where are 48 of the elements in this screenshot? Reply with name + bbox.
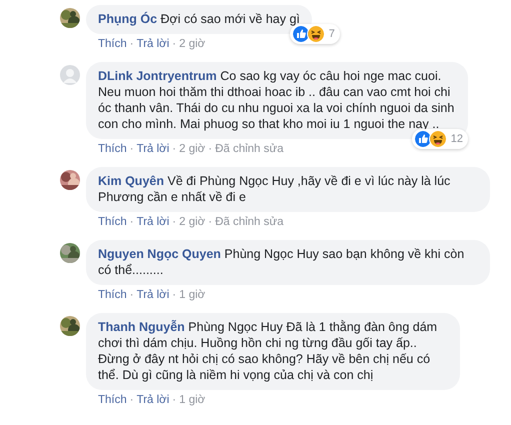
reaction-badge[interactable]: 7 <box>290 24 340 44</box>
action-link[interactable]: Trả lời <box>136 143 170 159</box>
action-link[interactable]: Trả lời <box>136 394 170 410</box>
separator-dot: · <box>172 289 176 303</box>
action-link[interactable]: Thích <box>98 38 127 54</box>
thumbs-up-icon <box>414 130 432 148</box>
author-link[interactable]: DLink Jontryentrum <box>98 69 217 83</box>
author-link[interactable]: Thanh Nguyễn <box>98 320 185 334</box>
action-meta: Đã chỉnh sửa <box>215 216 284 230</box>
separator-dot: · <box>130 38 134 52</box>
laughing-face-icon <box>306 25 325 43</box>
comment-text: Kim Quyên Về đi Phùng Ngọc Huy ,hãy về đi e vì lúc này là lúc Phương cần e nhất về đi e <box>98 173 452 205</box>
comment-text: DLink Jontryentrum Co sao kg vay óc câu hoi nge mac cuoi. Neu muon hoi thăm thi dthoai hoac ib .. đâu can vao cmt hoi chi óc thanh vân. Thái do cu nhu nguoi xa la voi chính nguoi da sinh con cho mình. Mai phuog so that kho moi iu 1 nguoi the nay .. <box>98 68 456 132</box>
separator-dot: · <box>130 289 134 303</box>
separator-dot: · <box>172 216 176 230</box>
author-link[interactable]: Kim Quyên <box>98 174 164 188</box>
action-meta: 2 giờ <box>179 216 206 230</box>
comment-text: Nguyen Ngọc Quyen Phùng Ngọc Huy sao bạn không về khi còn có thể......... <box>98 246 466 278</box>
author-link[interactable]: Phụng Óc <box>98 12 158 26</box>
action-link[interactable]: Trả lời <box>136 289 170 305</box>
separator-dot: · <box>208 143 212 157</box>
comment-text: Thanh Nguyễn Phùng Ngọc Huy Đã là 1 thằng đàn ông dám chơi thì dám chịu. Huồng hồn chi ng từng đầu gối tay ấp.. Đừng ở đây nt hỏi chị có sao không? Hãy về bên chị nếu có thể. Dù gì cũng là niềm hi vọng của chị và con chị <box>98 319 438 383</box>
comment-text: Phụng Óc Đợi có sao mới về hay gì <box>98 11 300 27</box>
author-link[interactable]: Nguyen Ngọc Quyen <box>98 247 221 261</box>
separator-dot: · <box>172 394 176 408</box>
separator-dot: · <box>130 143 134 157</box>
reaction-count: 7 <box>328 28 335 40</box>
reaction-badge[interactable]: 12 <box>412 129 468 149</box>
action-link[interactable]: Thích <box>98 143 127 159</box>
action-meta: 2 giờ <box>179 143 206 157</box>
action-meta: Đã chỉnh sửa <box>215 143 284 157</box>
laughing-face-icon <box>428 130 447 148</box>
action-link[interactable]: Thích <box>98 394 127 410</box>
separator-dot: · <box>172 38 176 52</box>
separator-dot: · <box>208 216 212 230</box>
separator-dot: · <box>130 216 134 230</box>
action-link[interactable]: Thích <box>98 216 127 232</box>
separator-dot: · <box>130 394 134 408</box>
reaction-count: 12 <box>450 133 463 145</box>
thumbs-up-icon <box>292 25 310 43</box>
action-meta: 1 giờ <box>179 289 206 303</box>
action-link[interactable]: Trả lời <box>136 216 170 232</box>
action-meta: 1 giờ <box>179 394 206 408</box>
avatar-icon <box>60 65 80 85</box>
action-meta: 2 giờ <box>179 38 206 52</box>
action-link[interactable]: Trả lời <box>136 38 170 54</box>
action-link[interactable]: Thích <box>98 289 127 305</box>
separator-dot: · <box>172 143 176 157</box>
